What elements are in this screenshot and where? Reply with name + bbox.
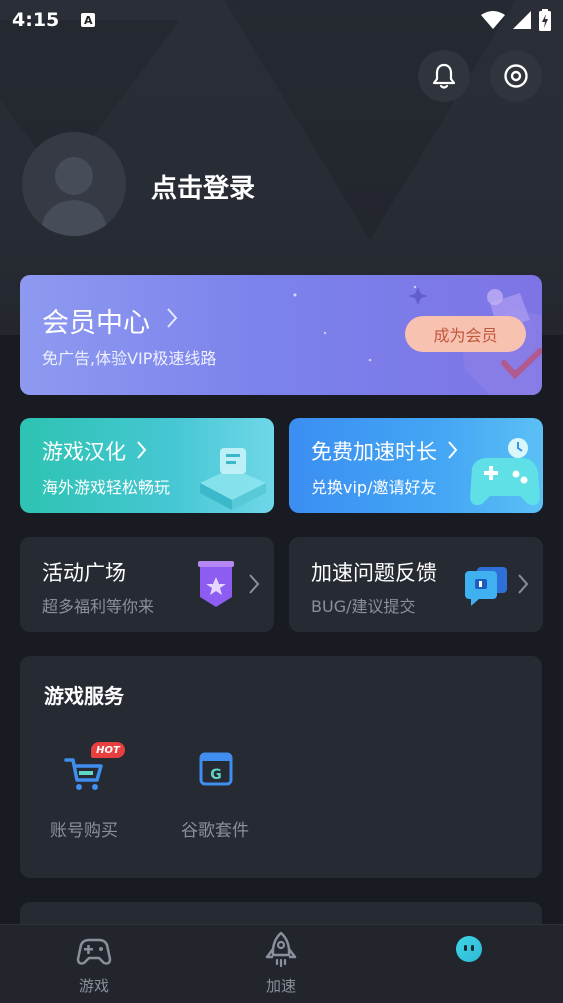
status-bar: 4:15 A (0, 0, 563, 40)
game-services-section: 游戏服务 HOT 账号购买 G 谷歌套件 (20, 656, 542, 878)
settings-icon (504, 64, 528, 88)
login-link[interactable]: 点击登录 (151, 168, 255, 205)
rocket-icon (265, 931, 297, 968)
notification-button[interactable] (418, 50, 470, 102)
notification-app-icon: A (81, 13, 96, 27)
chevron-right-icon (249, 574, 260, 594)
signal-icon (513, 11, 531, 29)
user-silhouette-icon (40, 157, 108, 236)
become-member-button[interactable]: 成为会员 (405, 316, 526, 352)
activity-plaza-card[interactable]: 活动广场 超多福利等你来 (20, 537, 274, 632)
status-time: 4:15 (12, 9, 60, 31)
feedback-subtitle: BUG/建议提交 (311, 597, 416, 616)
battery-icon (539, 9, 551, 31)
profile-face-icon (456, 936, 482, 962)
game-services-title: 游戏服务 (44, 684, 124, 708)
chevron-right-icon (448, 441, 458, 459)
chevron-right-icon (167, 308, 178, 328)
vip-subtitle: 免广告,体验VIP极速线路 (42, 349, 217, 368)
activity-plaza-title: 活动广场 (42, 561, 126, 585)
vip-title: 会员中心 (42, 308, 150, 339)
bottom-tab-bar: 游戏 加速 (0, 924, 563, 1003)
wifi-icon (481, 11, 505, 29)
tab-accelerate-label: 加速 (265, 977, 296, 995)
activity-plaza-subtitle: 超多福利等你来 (42, 597, 155, 616)
feedback-card[interactable]: 加速问题反馈 BUG/建议提交 (289, 537, 543, 632)
avatar[interactable] (22, 132, 126, 236)
localization-illustration-icon (200, 448, 266, 510)
account-purchase-label: 账号购买 (50, 821, 118, 841)
feedback-title: 加速问题反馈 (311, 561, 437, 585)
free-time-subtitle: 兑换vip/邀请好友 (311, 478, 437, 497)
svg-text:G: G (210, 767, 222, 783)
game-localization-card[interactable]: 游戏汉化 海外游戏轻松畅玩 (20, 418, 274, 513)
cart-icon (64, 758, 103, 790)
game-localization-subtitle: 海外游戏轻松畅玩 (42, 478, 171, 497)
settings-button[interactable] (490, 50, 542, 102)
hot-badge: HOT (91, 742, 125, 758)
tab-profile[interactable] (409, 925, 529, 1003)
google-suite-icon: G (199, 752, 233, 786)
ribbon-badge-icon (198, 561, 234, 607)
tab-games-label: 游戏 (78, 977, 109, 995)
tab-accelerate[interactable]: 加速 (221, 925, 341, 1003)
gamepad-clock-illustration-icon (470, 438, 540, 506)
google-suite-label: 谷歌套件 (181, 821, 249, 841)
vip-center-card[interactable]: 会员中心 免广告,体验VIP极速线路 成为会员 (20, 275, 542, 395)
game-localization-title: 游戏汉化 (42, 440, 126, 464)
service-item-google-suite[interactable]: G 谷歌套件 (165, 740, 265, 850)
gamepad-icon (76, 938, 112, 965)
chat-bubble-icon (465, 567, 507, 606)
free-time-card[interactable]: 免费加速时长 兑换vip/邀请好友 (289, 418, 543, 513)
tab-games[interactable]: 游戏 (34, 925, 154, 1003)
bell-icon (432, 63, 456, 89)
chevron-right-icon (518, 574, 529, 594)
free-time-title: 免费加速时长 (311, 440, 437, 464)
chevron-right-icon (137, 441, 147, 459)
service-item-account-purchase[interactable]: HOT 账号购买 (34, 740, 134, 850)
